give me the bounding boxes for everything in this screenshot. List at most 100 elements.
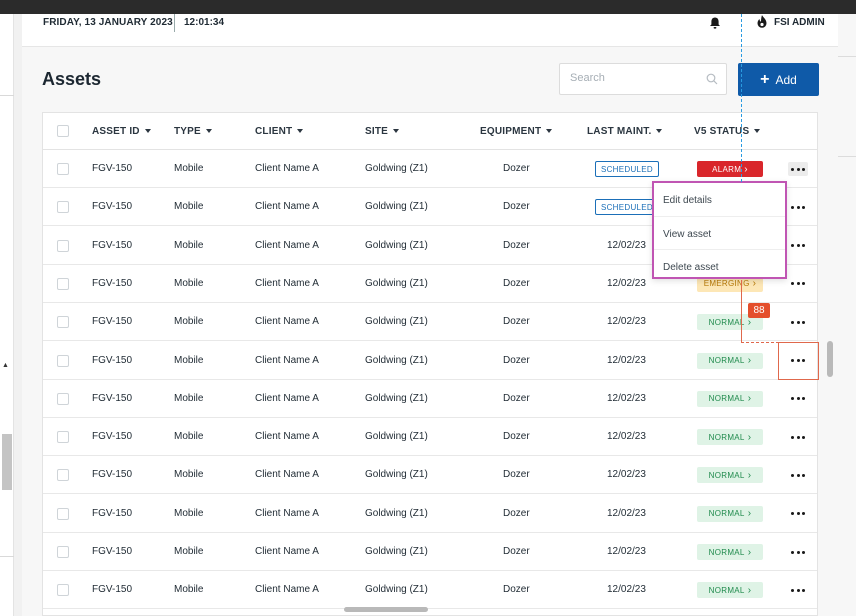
flame-logo-icon[interactable] <box>755 14 769 30</box>
cell-type: Mobile <box>174 163 204 174</box>
cell-last-maint: 12/02/23 <box>607 239 646 251</box>
search-input[interactable] <box>570 72 700 84</box>
more-options-icon[interactable] <box>791 316 805 328</box>
scroll-up-arrow-icon[interactable]: ▲ <box>2 362 9 369</box>
chevron-right-icon: › <box>747 508 752 520</box>
status-badge[interactable]: NORMAL › <box>697 429 763 446</box>
dot <box>791 588 794 592</box>
user-name[interactable]: FSI ADMIN <box>774 17 825 28</box>
cell-last-maint: 12/02/23 <box>607 431 646 443</box>
cell-type: Mobile <box>174 201 204 213</box>
search-icon[interactable] <box>706 73 718 85</box>
cell-site: Goldwing (Z1) <box>365 507 428 519</box>
column-header-v5-status[interactable]: V5 STATUS <box>694 126 761 137</box>
row-checkbox[interactable] <box>57 201 69 214</box>
column-header-site[interactable]: SITE <box>365 126 400 137</box>
bell-icon[interactable] <box>708 16 722 30</box>
row-checkbox[interactable] <box>57 392 69 405</box>
right-divider <box>838 56 856 57</box>
more-options-icon[interactable] <box>791 393 805 405</box>
cell-asset-id: FGV-150 <box>92 277 133 289</box>
column-header-type[interactable]: TYPE <box>174 126 212 137</box>
status-badge[interactable]: NORMAL › <box>697 467 763 484</box>
dot <box>791 244 794 248</box>
cell-site: Goldwing (Z1) <box>365 584 428 596</box>
table-row[interactable]: FGV-150 Mobile Client Name A Goldwing (Z1) D… <box>43 571 817 610</box>
table-row[interactable]: FGV-150 Mobile Client Name A Goldwing (Z1) D… <box>43 303 817 342</box>
dot <box>791 167 794 171</box>
table-row[interactable]: FGV-150 Mobile Client Name A Goldwing (Z1) D… <box>43 533 817 571</box>
dot <box>796 435 800 439</box>
row-checkbox[interactable] <box>57 239 69 252</box>
table-row[interactable]: FGV-150 Mobile Client Name A Goldwing (Z1) D… <box>43 418 817 457</box>
dot <box>802 435 805 439</box>
column-header-client[interactable]: CLIENT <box>255 126 304 137</box>
menu-item-edit-details[interactable]: Edit details <box>654 183 785 215</box>
guide-line <box>741 14 742 182</box>
sort-caret-icon <box>205 129 212 134</box>
row-checkbox[interactable] <box>57 163 69 175</box>
vertical-scrollbar-thumb[interactable] <box>827 341 833 377</box>
more-options-icon[interactable] <box>791 163 805 175</box>
spacing-measurement-label: 88 <box>748 303 770 318</box>
status-badge[interactable]: NORMAL › <box>697 505 763 522</box>
dot <box>796 588 800 592</box>
more-options-icon[interactable] <box>791 201 805 213</box>
status-badge[interactable]: NORMAL › <box>697 390 763 407</box>
more-options-icon[interactable] <box>791 508 805 520</box>
column-header-last-maint[interactable]: LAST MAINT. <box>587 126 663 137</box>
status-label: ALARM <box>712 164 742 174</box>
row-checkbox[interactable] <box>57 546 69 558</box>
dot <box>796 282 800 286</box>
cell-equipment: Dozer <box>503 239 530 251</box>
row-checkbox[interactable] <box>57 584 69 597</box>
cell-site: Goldwing (Z1) <box>365 431 428 443</box>
dot <box>802 473 805 477</box>
status-label: NORMAL <box>708 547 745 557</box>
status-badge[interactable]: NORMAL › <box>697 352 763 369</box>
select-all-checkbox[interactable] <box>57 125 69 137</box>
menu-item-delete-asset[interactable]: Delete asset <box>654 249 785 281</box>
cell-last-maint: 12/02/23 <box>607 584 646 596</box>
more-options-icon[interactable] <box>791 431 805 443</box>
row-checkbox[interactable] <box>57 277 69 290</box>
row-checkbox[interactable] <box>57 354 69 367</box>
row-checkbox[interactable] <box>57 316 69 329</box>
cell-type: Mobile <box>174 316 204 328</box>
row-checkbox[interactable] <box>57 431 69 444</box>
status-badge[interactable]: NORMAL › <box>697 582 763 599</box>
column-header-asset-id[interactable]: ASSET ID <box>92 126 151 137</box>
dot <box>791 512 794 516</box>
horizontal-scrollbar-thumb[interactable] <box>344 607 428 612</box>
more-options-icon[interactable] <box>791 469 805 481</box>
column-header-equipment[interactable]: EQUIPMENT <box>480 126 553 137</box>
row-checkbox[interactable] <box>57 507 69 520</box>
table-row[interactable]: FGV-150 Mobile Client Name A Goldwing (Z1) D… <box>43 380 817 418</box>
right-divider <box>838 156 856 157</box>
left-scrollbar-thumb[interactable] <box>2 434 12 490</box>
status-badge[interactable]: ALARM › <box>697 161 763 177</box>
cell-client: Client Name A <box>255 239 319 251</box>
more-options-icon[interactable] <box>791 546 805 558</box>
menu-item-view-asset[interactable]: View asset <box>654 216 785 248</box>
row-checkbox[interactable] <box>57 469 69 482</box>
more-options-icon[interactable] <box>791 240 805 252</box>
more-options-icon[interactable] <box>791 584 805 596</box>
table-row[interactable]: FGV-150 Mobile Client Name A Goldwing (Z1) D… <box>43 342 817 380</box>
status-badge[interactable]: NORMAL › <box>697 544 763 560</box>
left-divider <box>0 556 14 557</box>
cell-site: Goldwing (Z1) <box>365 354 428 366</box>
cell-last-maint: 12/02/23 <box>607 354 646 366</box>
add-asset-button[interactable]: + Add <box>738 63 819 96</box>
cell-asset-id: FGV-150 <box>92 316 133 328</box>
cell-site: Goldwing (Z1) <box>365 469 428 481</box>
table-row[interactable]: FGV-150 Mobile Client Name A Goldwing (Z1) D… <box>43 456 817 495</box>
table-row[interactable]: FGV-150 Mobile Client Name A Goldwing (Z1) D… <box>43 495 817 533</box>
search-box[interactable] <box>559 63 727 95</box>
status-label: NORMAL <box>708 317 745 327</box>
cell-equipment: Dozer <box>503 392 530 404</box>
more-options-icon[interactable] <box>791 278 805 290</box>
window-top-bar <box>0 0 856 14</box>
cell-equipment: Dozer <box>503 163 530 174</box>
sort-caret-icon <box>297 129 304 134</box>
